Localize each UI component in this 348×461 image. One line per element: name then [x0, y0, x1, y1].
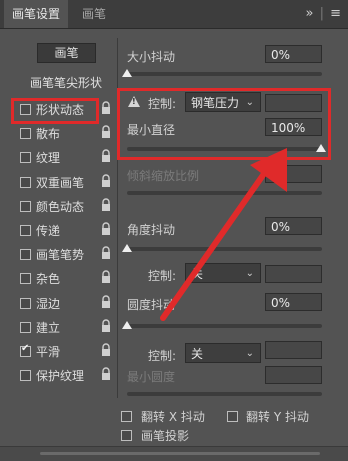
- arrow-shaft: [160, 165, 271, 321]
- annotation-arrow: [160, 148, 287, 321]
